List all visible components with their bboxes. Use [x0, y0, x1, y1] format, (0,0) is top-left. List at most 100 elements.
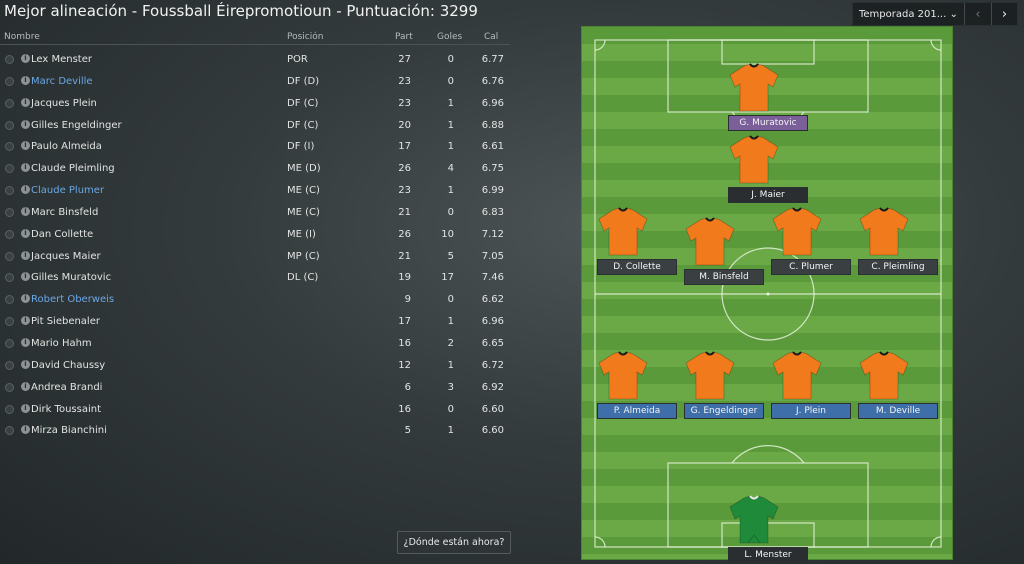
table-row[interactable]: i Lex Menster POR 27 0 6.77 [0, 49, 510, 71]
player-token[interactable]: C. Pleimling [858, 207, 938, 287]
row-select-radio[interactable] [5, 120, 14, 130]
player-rating: 6.99 [481, 185, 504, 197]
info-icon[interactable]: i [21, 381, 30, 391]
player-table: i Lex Menster POR 27 0 6.77 i Marc Deville DF (D… [0, 49, 510, 442]
row-select-radio[interactable] [5, 186, 14, 196]
player-token-label: M. Deville [858, 403, 938, 419]
row-select-radio[interactable] [5, 76, 14, 86]
table-row[interactable]: i Robert Oberweis 9 0 6.62 [0, 289, 510, 311]
info-icon[interactable]: i [21, 403, 30, 413]
row-select-radio[interactable] [5, 98, 14, 108]
row-select-radio[interactable] [5, 164, 14, 174]
table-row[interactable]: i Marc Deville DF (D) 23 0 6.76 [0, 71, 510, 93]
player-token[interactable]: J. Plein [771, 351, 851, 431]
info-icon[interactable]: i [21, 54, 30, 63]
row-select-radio[interactable] [5, 142, 14, 152]
player-rating: 6.76 [481, 75, 504, 87]
player-name[interactable]: Claude Plumer [31, 185, 104, 196]
player-goals: 0 [447, 75, 454, 87]
player-rating: 6.96 [481, 316, 504, 328]
table-row[interactable]: i Andrea Brandi 6 3 6.92 [0, 377, 510, 399]
player-position: ME (D) [287, 163, 321, 175]
info-icon[interactable]: i [21, 119, 30, 129]
player-rating: 6.96 [481, 97, 504, 109]
player-goals: 1 [447, 97, 454, 109]
table-row[interactable]: i Gilles Muratovic DL (C) 19 17 7.46 [0, 267, 510, 289]
table-row[interactable]: i Jacques Plein DF (C) 23 1 6.96 [0, 93, 510, 115]
player-apps: 23 [398, 75, 411, 87]
table-row[interactable]: i Dan Collette ME (I) 26 10 7.12 [0, 224, 510, 246]
row-select-radio[interactable] [5, 251, 14, 261]
player-goals: 1 [447, 359, 454, 371]
info-icon[interactable]: i [21, 250, 30, 260]
row-select-radio[interactable] [5, 426, 14, 436]
player-name[interactable]: Robert Oberweis [31, 294, 114, 305]
info-icon[interactable]: i [21, 206, 30, 216]
row-select-radio[interactable] [5, 55, 14, 64]
table-row[interactable]: i Claude Plumer ME (C) 23 1 6.99 [0, 180, 510, 202]
player-name[interactable]: Marc Deville [31, 76, 93, 87]
row-select-radio[interactable] [5, 295, 14, 305]
player-position: DF (C) [287, 119, 319, 131]
player-token[interactable]: P. Almeida [597, 351, 677, 431]
player-token[interactable]: M. Binsfeld [684, 217, 764, 297]
player-token-label: L. Menster [728, 547, 808, 563]
player-rating: 6.60 [481, 425, 504, 437]
table-row[interactable]: i Gilles Engeldinger DF (C) 20 1 6.88 [0, 115, 510, 137]
info-icon[interactable]: i [21, 75, 30, 85]
player-apps: 17 [398, 316, 411, 328]
info-icon[interactable]: i [21, 185, 30, 195]
table-row[interactable]: i Jacques Maier MP (C) 21 5 7.05 [0, 246, 510, 268]
info-icon[interactable]: i [21, 337, 30, 347]
row-select-radio[interactable] [5, 273, 14, 283]
info-icon[interactable]: i [21, 228, 30, 238]
player-token[interactable]: J. Maier [728, 135, 808, 215]
player-token[interactable]: L. Menster [728, 495, 808, 564]
player-token[interactable]: G. Muratovic [728, 63, 808, 143]
season-dropdown[interactable]: Temporada 201... ⌄ [853, 3, 965, 25]
table-row[interactable]: i Paulo Almeida DF (I) 17 1 6.61 [0, 136, 510, 158]
column-header-name[interactable]: Nombre [4, 32, 40, 42]
column-header-position[interactable]: Posición [287, 32, 323, 42]
row-select-radio[interactable] [5, 404, 14, 414]
player-name: Paulo Almeida [31, 141, 102, 153]
where-are-they-now-button[interactable]: ¿Dónde están ahora? [397, 531, 511, 554]
column-header-rating[interactable]: Cal [484, 32, 498, 42]
info-icon[interactable]: i [21, 163, 30, 173]
player-goals: 1 [447, 141, 454, 153]
row-select-radio[interactable] [5, 207, 14, 217]
info-icon[interactable]: i [21, 141, 30, 151]
player-apps: 20 [398, 119, 411, 131]
player-position: DF (C) [287, 97, 319, 109]
table-row[interactable]: i Mario Hahm 16 2 6.65 [0, 333, 510, 355]
table-row[interactable]: i Marc Binsfeld ME (C) 21 0 6.83 [0, 202, 510, 224]
prev-season-button[interactable]: ‹ [965, 3, 991, 25]
info-icon[interactable]: i [21, 272, 30, 282]
player-apps: 19 [398, 272, 411, 284]
table-row[interactable]: i Pit Siebenaler 17 1 6.96 [0, 311, 510, 333]
column-header-goals[interactable]: Goles [437, 32, 462, 42]
player-token[interactable]: G. Engeldinger [684, 351, 764, 431]
row-select-radio[interactable] [5, 229, 14, 239]
table-row[interactable]: i David Chaussy 12 1 6.72 [0, 355, 510, 377]
player-token[interactable]: C. Plumer [771, 207, 851, 287]
row-select-radio[interactable] [5, 317, 14, 327]
row-select-radio[interactable] [5, 338, 14, 348]
info-icon[interactable]: i [21, 97, 30, 107]
player-token[interactable]: M. Deville [858, 351, 938, 431]
player-token[interactable]: D. Collette [597, 207, 677, 287]
table-row[interactable]: i Dirk Toussaint 16 0 6.60 [0, 399, 510, 421]
player-position: POR [287, 54, 308, 65]
row-select-radio[interactable] [5, 382, 14, 392]
row-select-radio[interactable] [5, 360, 14, 370]
info-icon[interactable]: i [21, 316, 30, 326]
table-row[interactable]: i Claude Pleimling ME (D) 26 4 6.75 [0, 158, 510, 180]
player-apps: 5 [404, 425, 411, 437]
column-header-apps[interactable]: Part [395, 32, 413, 42]
info-icon[interactable]: i [21, 359, 30, 369]
info-icon[interactable]: i [21, 425, 30, 435]
next-season-button[interactable]: › [991, 3, 1017, 25]
table-row[interactable]: i Mirza Bianchini 5 1 6.60 [0, 420, 510, 442]
info-icon[interactable]: i [21, 294, 30, 304]
player-name: Dirk Toussaint [31, 403, 102, 415]
